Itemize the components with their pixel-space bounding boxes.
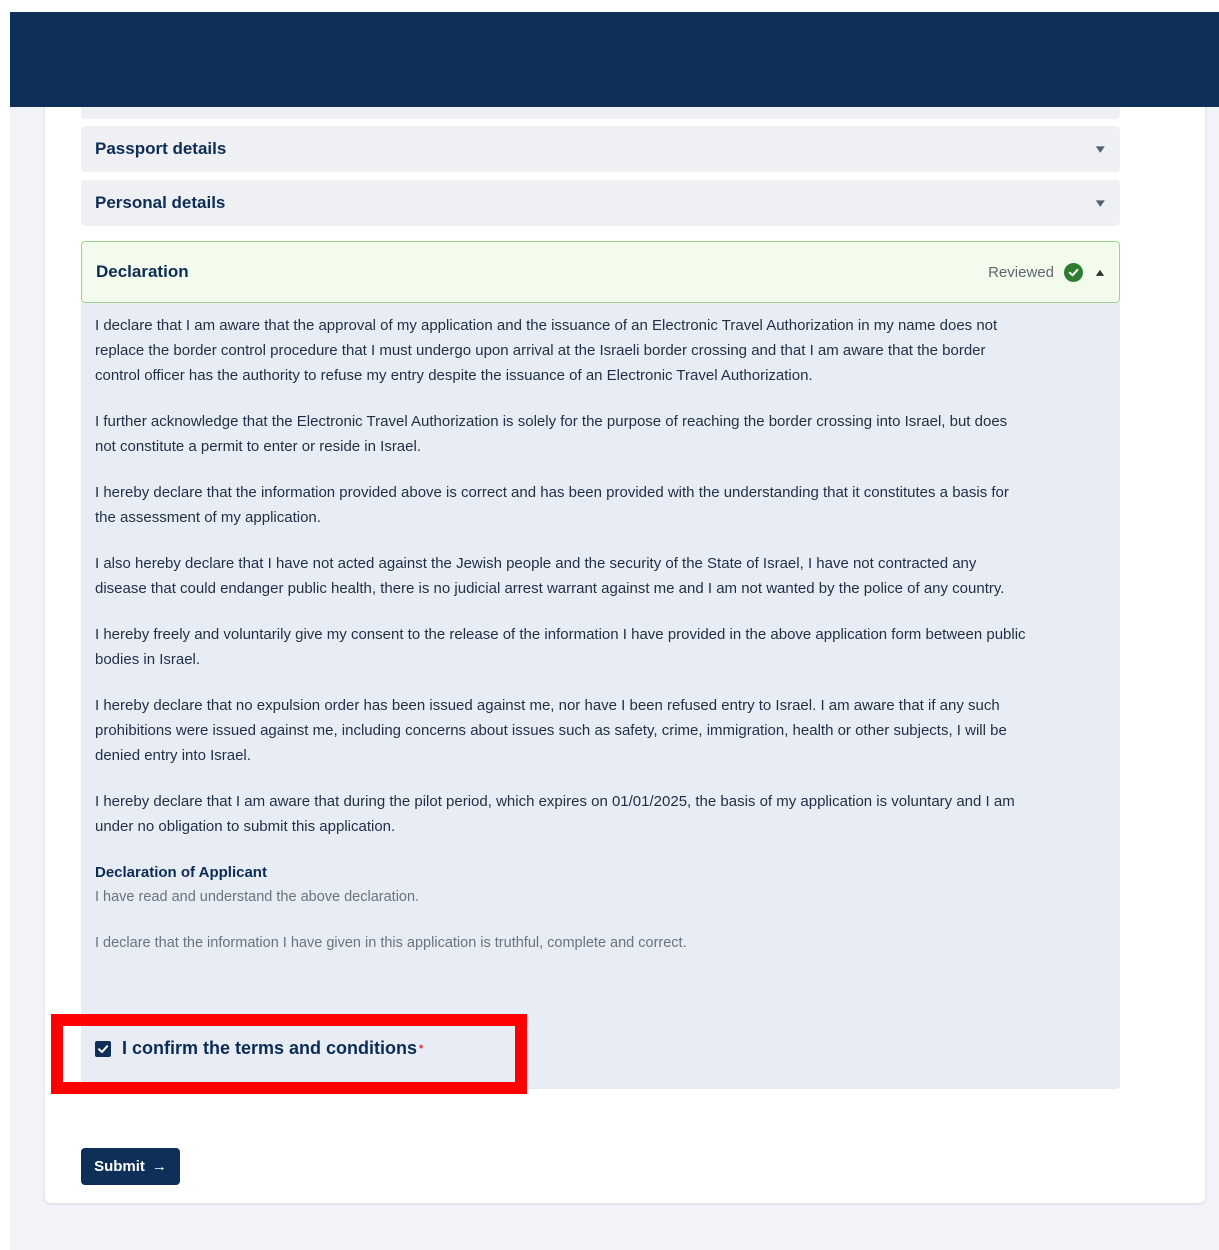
reviewed-status: Reviewed ▴ xyxy=(988,262,1104,282)
top-header-bar xyxy=(10,12,1219,107)
applicant-declaration-title: Declaration of Applicant xyxy=(95,864,267,881)
declaration-paragraph: I further acknowledge that the Electroni… xyxy=(95,413,1008,455)
check-circle-icon xyxy=(1063,262,1083,282)
accordion-personal-details[interactable]: Personal details ▾ xyxy=(81,180,1120,226)
declaration-body: I declare that I am aware that the appro… xyxy=(81,303,1120,1089)
reviewed-label: Reviewed xyxy=(988,263,1054,281)
confirm-terms-row[interactable]: I confirm the terms and conditions * xyxy=(95,1038,423,1059)
required-marker: * xyxy=(419,1043,424,1056)
declaration-paragraph: I declare that I am aware that the appro… xyxy=(95,317,998,384)
chevron-down-icon: ▾ xyxy=(1096,141,1106,156)
confirm-terms-label: I confirm the terms and conditions * xyxy=(122,1038,423,1059)
section-title: Personal details xyxy=(95,193,226,212)
section-title: Declaration xyxy=(96,262,189,281)
submit-button[interactable]: Submit → xyxy=(81,1148,180,1185)
confirm-terms-text: I confirm the terms and conditions xyxy=(122,1038,418,1058)
declaration-paragraph: I hereby declare that no expulsion order… xyxy=(95,697,1007,764)
accordion-passport-details[interactable]: Passport details ▾ xyxy=(81,126,1120,172)
chevron-up-icon[interactable]: ▴ xyxy=(1096,265,1104,279)
declaration-paragraph: I hereby declare that the information pr… xyxy=(95,484,1009,526)
confirm-terms-checkbox[interactable] xyxy=(95,1040,111,1057)
declaration-paragraph: I also hereby declare that I have not ac… xyxy=(95,555,1005,597)
arrow-right-icon: → xyxy=(151,1158,167,1175)
chevron-down-icon: ▾ xyxy=(1096,195,1106,210)
applicant-statement: I have read and understand the above dec… xyxy=(95,889,420,905)
applicant-statement: I declare that the information I have gi… xyxy=(95,935,687,951)
declaration-paragraph: I hereby declare that I am aware that du… xyxy=(95,793,1015,835)
submit-label: Submit xyxy=(94,1158,145,1175)
accordion-declaration[interactable]: Declaration Reviewed ▴ xyxy=(81,241,1120,303)
declaration-paragraph: I hereby freely and voluntarily give my … xyxy=(95,626,1026,668)
section-title: Passport details xyxy=(95,139,227,158)
